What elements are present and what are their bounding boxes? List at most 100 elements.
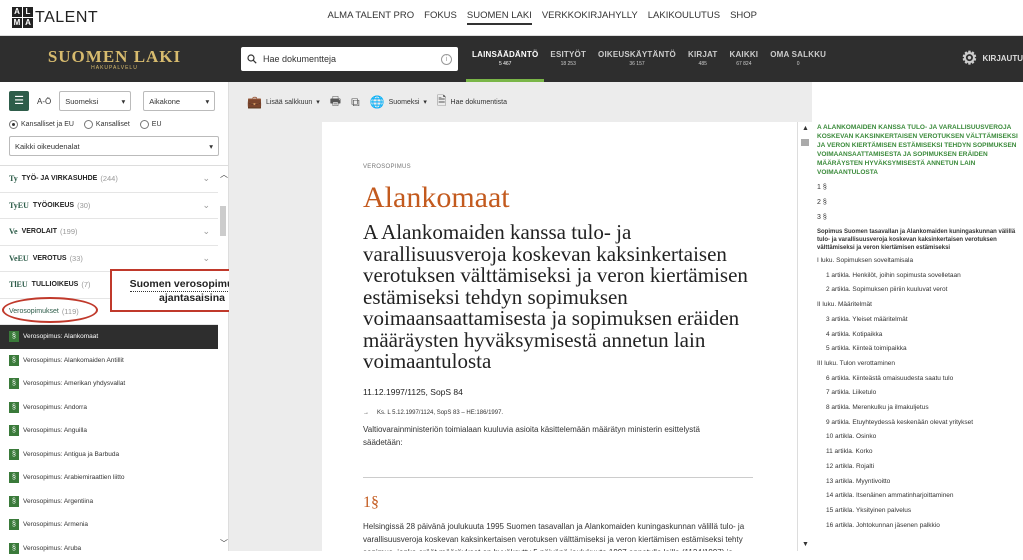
scroll-thumb[interactable] (801, 139, 809, 146)
search-input[interactable]: Hae dokumentteja (263, 54, 441, 64)
globe-icon: 🌐 (370, 95, 385, 109)
toc-item[interactable]: 3 artikla. Yleiset määritelmät (817, 313, 1018, 328)
caret-down-icon: ▾ (205, 97, 209, 106)
nav-verkkokirjahylly[interactable]: VERKKOKIRJAHYLLY (542, 10, 638, 25)
tab-lainsaadanto[interactable]: LAINSÄÄDÄNTÖ5 467 (466, 36, 544, 82)
language-button[interactable]: 🌐Suomeksi▾ (370, 95, 427, 109)
doc-item[interactable]: §Verosopimus: Aruba (0, 537, 218, 560)
main-area: 💼Lisää salkkuun▾ 🖶 ⧉ 🌐Suomeksi▾ 🗎Hae dok… (229, 82, 812, 551)
document-scrollbar[interactable]: ▲ ▼ (797, 122, 812, 551)
doc-item[interactable]: §Verosopimus: Alankomaat (0, 325, 218, 349)
toc-item[interactable]: III luku. Tulon verottaminen (817, 357, 1018, 372)
info-icon[interactable]: i (441, 54, 452, 65)
tab-kaikki[interactable]: KAIKKI67 824 (723, 36, 764, 82)
toc-item[interactable]: 13 artikla. Myyntivoitto (817, 475, 1018, 490)
language-select[interactable]: Suomeksi▾ (59, 91, 131, 111)
doc-item[interactable]: §Verosopimus: Alankomaiden Antillit (0, 349, 218, 373)
doc-item[interactable]: §Verosopimus: Antigua ja Barbuda (0, 443, 218, 467)
nav-alma-talent-pro[interactable]: ALMA TALENT PRO (328, 10, 415, 25)
briefcase-icon: 💼 (247, 95, 262, 109)
tab-oikeuskaytanto[interactable]: OIKEUSKÄYTÄNTÖ36 157 (592, 36, 682, 82)
radio-dot (84, 120, 93, 129)
highlight-oval (2, 297, 98, 323)
sidebar-scrollbar[interactable]: ︿ ﹀ (218, 166, 229, 551)
copy-icon: ⧉ (351, 95, 360, 110)
list-view-icon[interactable]: ☰ (9, 91, 29, 111)
caret-down-icon: ▾ (209, 142, 213, 151)
toc-item[interactable]: 6 artikla. Kiinteästä omaisuudesta saatu… (817, 372, 1018, 387)
section-icon: § (9, 355, 19, 366)
toc-item[interactable]: I luku. Sopimuksen soveltamisala (817, 254, 1018, 269)
radio-dot (9, 120, 18, 129)
chevron-down-icon[interactable]: ﹀ (220, 538, 228, 549)
toc-item[interactable]: 14 artikla. Itsenäinen ammatinharjoittam… (817, 489, 1018, 504)
toc-item[interactable]: 8 artikla. Merenkulku ja ilmakuljetus (817, 401, 1018, 416)
toc-section[interactable]: 1 § (817, 180, 1018, 195)
toc-item[interactable]: 7 artikla. Liiketulo (817, 386, 1018, 401)
category-list: TyTYÖ- JA VIRKASUHDE(244)⌄ TyEUTYÖOIKEUS… (0, 166, 218, 560)
doc-item[interactable]: §Verosopimus: Argentiina (0, 490, 218, 514)
logo-mark: ALMA (12, 7, 33, 28)
toc-section[interactable]: 2 § (817, 195, 1018, 210)
section-icon: § (9, 331, 19, 342)
category-item[interactable]: TyTYÖ- JA VIRKASUHDE(244)⌄ (0, 166, 218, 193)
logo-text: TALENT (35, 9, 98, 27)
nav-lakikoulutus[interactable]: LAKIKOULUTUS (648, 10, 720, 25)
radio-dot (140, 120, 149, 129)
alma-talent-logo[interactable]: ALMA TALENT (12, 7, 98, 28)
a-o-button[interactable]: A-Ö (35, 97, 53, 106)
document-kind: VEROSOPIMUS (363, 164, 756, 170)
search-box[interactable]: Hae dokumentteja i (241, 47, 458, 71)
caret-up-icon[interactable]: ▲ (802, 125, 809, 132)
doc-item[interactable]: §Verosopimus: Anguilla (0, 419, 218, 443)
toc-subtitle[interactable]: Sopimus Suomen tasavallan ja Alankomaide… (817, 228, 1018, 252)
toc-item[interactable]: 2 artikla. Sopimuksen piiriin kuuluvat v… (817, 283, 1018, 298)
toc-item[interactable]: 11 artikla. Korko (817, 445, 1018, 460)
toc-item[interactable]: 16 artikla. Johtokunnan jäsenen palkkio (817, 519, 1018, 534)
add-to-portfolio-button[interactable]: 💼Lisää salkkuun▾ (247, 95, 320, 109)
toc-item[interactable]: 10 artikla. Osinko (817, 430, 1018, 445)
nav-suomen-laki[interactable]: SUOMEN LAKI (467, 10, 532, 25)
scope-select[interactable]: Kaikki oikeudenalat▾ (9, 136, 219, 156)
category-item[interactable]: TyEUTYÖOIKEUS(30)⌄ (0, 193, 218, 220)
document-note[interactable]: →Ks. L 5.12.1997/1124, SopS 83 – HE:186/… (363, 410, 756, 416)
category-item[interactable]: VeVEROLAIT(199)⌄ (0, 219, 218, 246)
toc-item[interactable]: 4 artikla. Kotipaikka (817, 328, 1018, 343)
toc-item[interactable]: 15 artikla. Yksityinen palvelus (817, 504, 1018, 519)
toc-item[interactable]: 9 artikla. Etuyhteydessä keskenään oleva… (817, 416, 1018, 431)
document-title: A Alankomaiden kanssa tulo- ja varallisu… (363, 222, 756, 373)
copy-button[interactable]: ⧉ (351, 95, 360, 110)
nav-fokus[interactable]: FOKUS (424, 10, 457, 25)
tab-esityot[interactable]: ESITYÖT18 253 (544, 36, 592, 82)
radio-kansalliset[interactable]: Kansalliset (84, 120, 130, 129)
doc-item[interactable]: §Verosopimus: Amerikan yhdysvallat (0, 372, 218, 396)
caret-down-icon[interactable]: ▼ (802, 541, 809, 548)
scroll-thumb[interactable] (220, 206, 226, 236)
doc-item[interactable]: §Verosopimus: Arabiemiraattien liitto (0, 466, 218, 490)
chevron-up-icon[interactable]: ︿ (220, 169, 228, 180)
suomen-laki-brand[interactable]: SUOMEN LAKI HAKUPALVELU (0, 36, 229, 82)
chevron-down-icon: ⌄ (202, 173, 210, 184)
login-button[interactable]: ⚙ KIRJAUTU (961, 49, 1023, 67)
time-machine-select[interactable]: Aikakone▾ (143, 91, 215, 111)
brand-name: SUOMEN LAKI (48, 47, 181, 67)
print-button[interactable]: 🖶 (330, 92, 341, 113)
toc-section[interactable]: 3 § (817, 210, 1018, 225)
tab-kirjat[interactable]: KIRJAT485 (682, 36, 724, 82)
tab-oma-salkku[interactable]: OMA SALKKU0 (764, 36, 832, 82)
search-icon (247, 54, 257, 64)
toc-item[interactable]: 12 artikla. Rojalti (817, 460, 1018, 475)
doc-item[interactable]: §Verosopimus: Andorra (0, 396, 218, 420)
toc-item[interactable]: II luku. Määritelmät (817, 298, 1018, 313)
gear-icon: ⚙ (961, 49, 977, 67)
toc-item[interactable]: 1 artikla. Henkilöt, joihin sopimusta so… (817, 269, 1018, 284)
search-document-button[interactable]: 🗎Hae dokumentista (437, 92, 507, 113)
nav-shop[interactable]: SHOP (730, 10, 757, 25)
radio-eu[interactable]: EU (140, 120, 162, 129)
radio-kansalliset-eu[interactable]: Kansalliset ja EU (9, 120, 74, 129)
table-of-contents: A ALANKOMAIDEN KANSSA TULO- JA VARALLISU… (812, 82, 1023, 551)
toc-item[interactable]: 5 artikla. Kiinteä toimipaikka (817, 342, 1018, 357)
doc-item[interactable]: §Verosopimus: Armenia (0, 513, 218, 537)
divider (363, 477, 753, 478)
toc-title[interactable]: A ALANKOMAIDEN KANSSA TULO- JA VARALLISU… (817, 123, 1018, 177)
